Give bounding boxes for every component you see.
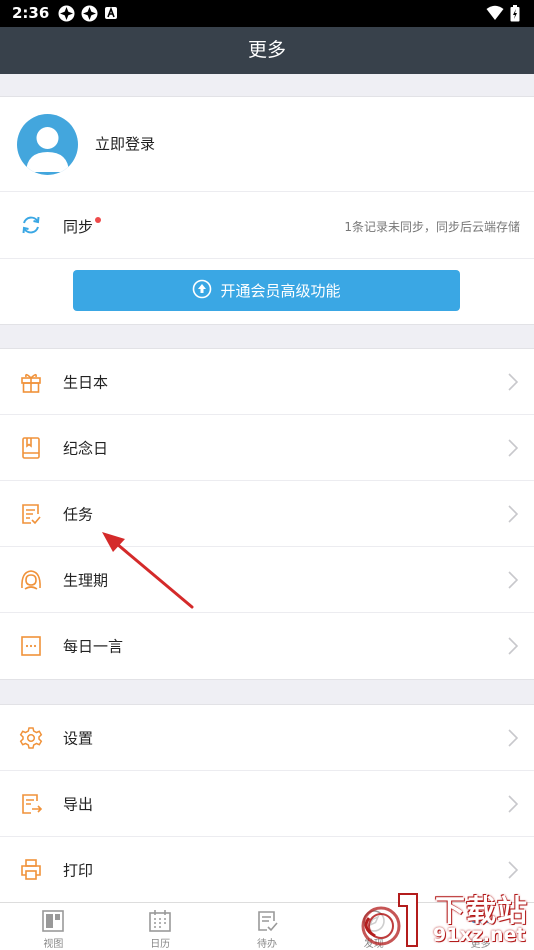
list-item-label: 纪念日 (63, 439, 109, 457)
page-title: 更多 (247, 39, 286, 61)
list-item-daily-quote[interactable]: 每日一言 (0, 613, 534, 679)
chevron-right-icon (508, 637, 519, 655)
list-item-label: 每日一言 (63, 637, 124, 656)
list-item-label: 生理期 (63, 571, 109, 589)
gift-icon (19, 370, 43, 394)
list-item-label: 打印 (63, 861, 94, 880)
chevron-right-icon (508, 794, 519, 813)
list-item-task[interactable]: 任务 (0, 481, 534, 547)
battery-icon (510, 5, 520, 26)
list-item-birthday[interactable]: 生日本 (0, 349, 534, 415)
feature-list: 生日本 纪念日 任务 生理期 每日一言 (0, 348, 534, 680)
notification-icon (104, 5, 121, 22)
tab-calendar[interactable]: 日历 (107, 903, 214, 950)
chevron-right-icon (508, 728, 519, 747)
sync-icon (19, 213, 43, 237)
chevron-right-icon (508, 372, 519, 391)
view-icon (41, 909, 65, 933)
message-icon (19, 634, 43, 658)
tab-todo[interactable]: 待办 (214, 903, 321, 950)
list-item-anniversary[interactable]: 纪念日 (0, 415, 534, 481)
todo-icon (255, 909, 279, 933)
list-item-label: 导出 (63, 795, 94, 813)
login-row[interactable]: 立即登录 (0, 97, 534, 192)
book-icon (19, 436, 43, 460)
status-bar: 2:36 (0, 0, 534, 27)
list-item-label: 设置 (63, 729, 94, 747)
account-card: 立即登录 同步 1条记录未同步，同步后云端存储 开通会员高级功能 (0, 96, 534, 325)
list-item-period[interactable]: 生理期 (0, 547, 534, 613)
notification-icon (81, 5, 98, 22)
unsynced-badge (95, 217, 101, 223)
gear-icon (19, 726, 43, 750)
sync-label: 同步 (63, 218, 94, 236)
chevron-right-icon (508, 504, 519, 523)
list-item-label: 任务 (63, 505, 94, 523)
sync-status-text: 1条记录未同步，同步后云端存储 (344, 220, 520, 234)
list-item-settings[interactable]: 设置 (0, 705, 534, 771)
list-item-label: 生日本 (63, 373, 109, 391)
wifi-icon (486, 5, 504, 26)
vip-button[interactable]: 开通会员高级功能 (73, 270, 460, 311)
watermark-logo (361, 893, 418, 947)
list-item-export[interactable]: 导出 (0, 771, 534, 837)
tab-label: 日历 (150, 939, 171, 950)
tab-label: 视图 (43, 939, 64, 950)
tab-view[interactable]: 视图 (0, 903, 107, 950)
status-icons (58, 5, 121, 22)
upload-icon (192, 279, 212, 303)
vip-button-label: 开通会员高级功能 (220, 282, 341, 300)
login-label[interactable]: 立即登录 (95, 133, 155, 154)
chevron-right-icon (508, 570, 519, 589)
watermark: 下载站 91xz.net (355, 886, 533, 950)
vip-section: 开通会员高级功能 (0, 259, 534, 324)
sync-row[interactable]: 同步 1条记录未同步，同步后云端存储 (0, 192, 534, 259)
avatar[interactable] (17, 114, 78, 175)
calendar-icon (148, 909, 172, 933)
watermark-url: 91xz.net (433, 924, 526, 946)
task-icon (19, 502, 43, 526)
chevron-right-icon (508, 861, 519, 879)
settings-list: 设置 导出 打印 (0, 704, 534, 904)
notification-icon (58, 5, 75, 22)
export-icon (19, 792, 43, 816)
chevron-right-icon (508, 438, 519, 457)
woman-icon (19, 568, 43, 592)
status-right (486, 5, 520, 26)
printer-icon (19, 858, 43, 882)
title-bar: 更多 (0, 27, 534, 74)
status-time: 2:36 (12, 4, 50, 22)
tab-label: 待办 (256, 939, 277, 950)
